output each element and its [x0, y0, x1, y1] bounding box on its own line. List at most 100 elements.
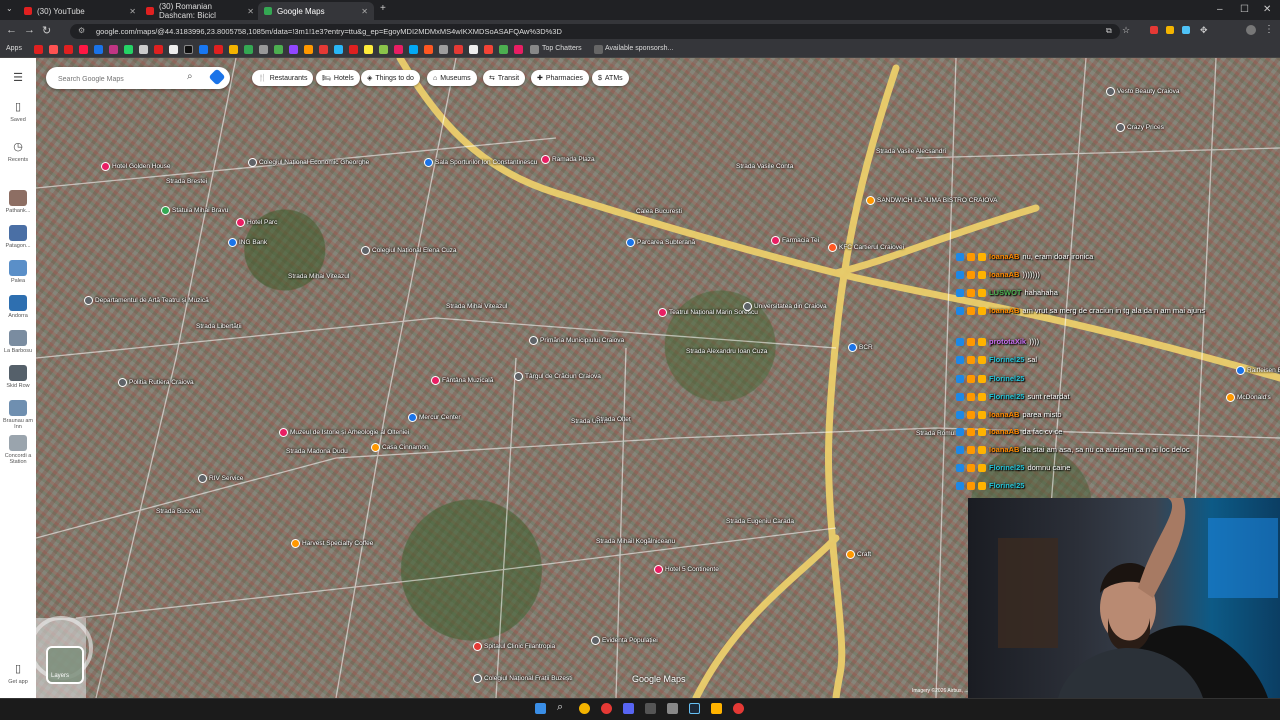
bookmark-icon[interactable] [424, 45, 433, 54]
tab-search-icon[interactable]: ⌄ [6, 4, 13, 13]
maximize-icon[interactable]: ☐ [1240, 4, 1249, 15]
bookmark-icon[interactable] [364, 45, 373, 54]
map-poi[interactable]: Hotel Golden House [101, 162, 171, 171]
bookmark-icon[interactable] [439, 45, 448, 54]
map-poi[interactable]: Colegiul Național Frații Buzești [473, 674, 573, 683]
map-poi[interactable]: Colegiul Național Economic Gheorghe [248, 158, 369, 167]
map-poi[interactable]: Sala Sporturilor Ion Constantinescu [424, 158, 537, 167]
bookmark-icon[interactable] [484, 45, 493, 54]
chip-things-to-do[interactable]: ◈ Things to do [361, 70, 420, 86]
bookmark-icon[interactable] [379, 45, 388, 54]
map-poi[interactable]: Hotel 5 Continente [654, 565, 719, 574]
apps-shortcut[interactable]: Apps [6, 45, 22, 52]
close-icon[interactable]: ✕ [129, 7, 136, 16]
bookmark-star-icon[interactable]: ☆ [1122, 25, 1130, 36]
map-poi[interactable]: Mercur Center [408, 413, 461, 422]
map-poi[interactable]: ING Bank [228, 238, 267, 247]
map-poi[interactable]: Evidența Populației [591, 636, 658, 645]
app-icon[interactable] [645, 703, 656, 714]
search-icon[interactable]: ⌕ [187, 71, 193, 82]
search-box[interactable]: ⌕ [46, 67, 230, 89]
folder-icon[interactable] [711, 703, 722, 714]
chip-pharmacies[interactable]: ✚ Pharmacies [531, 70, 589, 86]
directions-icon[interactable] [208, 68, 226, 86]
map-poi[interactable]: Farmacia Tei [771, 236, 819, 245]
bookmark-icon[interactable] [154, 45, 163, 54]
saved-icon[interactable]: ▯ [10, 100, 26, 113]
map-poi[interactable]: BCR [848, 343, 873, 352]
chip-hotels[interactable]: 🛏 Hotels [316, 70, 360, 86]
recent-place-thumbnail[interactable] [9, 365, 27, 381]
bookmark-icon[interactable] [229, 45, 238, 54]
extension-icon[interactable] [1150, 26, 1158, 34]
new-tab-button[interactable]: + [380, 3, 386, 14]
bookmark-icon[interactable] [304, 45, 313, 54]
install-icon[interactable]: ⧉ [1106, 26, 1112, 36]
map-poi[interactable]: Muzeul de Istorie și Arheologie al Olten… [279, 428, 409, 437]
chip-museums[interactable]: ⌂ Museums [427, 70, 477, 86]
map-poi[interactable]: Parcarea Subterană [626, 238, 695, 247]
map-poi[interactable]: Ramada Plaza [541, 155, 595, 164]
address-bar[interactable]: google.com/maps/@44.3183996,23.8005758,1… [70, 24, 1120, 39]
chrome-icon[interactable] [579, 703, 590, 714]
map-poi[interactable]: McDonald's [1226, 393, 1271, 402]
recent-place-thumbnail[interactable] [9, 190, 27, 206]
top-chatters-bookmark[interactable]: Top Chatters [542, 45, 582, 52]
chip-atms[interactable]: $ ATMs [592, 70, 629, 86]
map-poi[interactable]: Colegiul Național Elena Cuza [361, 246, 457, 255]
recent-place-thumbnail[interactable] [9, 400, 27, 416]
search-input[interactable] [56, 71, 180, 87]
search-icon[interactable]: ⌕ [557, 701, 563, 714]
map-attribution[interactable]: Imagery ©2026 Airbus, ... [912, 688, 969, 694]
map-poi[interactable]: Casa Cinnamon [371, 443, 429, 452]
map-poi[interactable]: Craft [846, 550, 871, 559]
map-poi[interactable]: Statuia Mihai Bravu [161, 206, 228, 215]
recents-icon[interactable]: ◷ [10, 140, 26, 153]
map-poi[interactable]: Crazy Prices [1116, 123, 1164, 132]
extension-icon[interactable] [1166, 26, 1174, 34]
bookmark-icon[interactable] [124, 45, 133, 54]
bookmark-icon[interactable] [259, 45, 268, 54]
close-icon[interactable]: ✕ [361, 7, 368, 16]
recent-place-thumbnail[interactable] [9, 330, 27, 346]
forward-icon[interactable]: → [24, 24, 35, 36]
bookmark-icon[interactable] [394, 45, 403, 54]
available-sponsorships-bookmark[interactable]: Available sponsorsh... [605, 45, 673, 52]
map-poi[interactable]: RIV Service [198, 474, 243, 483]
map-poi[interactable]: Primăria Municipiului Craiova [529, 336, 624, 345]
bookmark-icon[interactable] [319, 45, 328, 54]
chip-restaurants[interactable]: 🍴 Restaurants [252, 70, 314, 86]
recent-place-thumbnail[interactable] [9, 435, 27, 451]
bookmark-icon[interactable] [274, 45, 283, 54]
reload-icon[interactable]: ↻ [42, 24, 51, 37]
map-poi[interactable]: Hotel Parc [236, 218, 277, 227]
layers-button[interactable]: Layers [46, 646, 84, 684]
bookmark-icon[interactable] [454, 45, 463, 54]
bookmark-icon[interactable] [184, 45, 193, 54]
discord-icon[interactable] [623, 703, 634, 714]
bookmark-icon[interactable] [79, 45, 88, 54]
bookmark-icon[interactable] [169, 45, 178, 54]
chip-transit[interactable]: ⇆ Transit [483, 70, 526, 86]
map-poi[interactable]: Departamentul de Artă Teatru și Muzică [84, 296, 209, 305]
tab-google-maps[interactable]: Google Maps ✕ [258, 2, 374, 20]
map-poi[interactable]: Universitatea din Craiova [743, 302, 827, 311]
map-poi[interactable]: KFC Cartierul Craiovei [828, 243, 904, 252]
tab-youtube-1[interactable]: (30) YouTube ✕ [18, 2, 142, 20]
map-poi[interactable]: Spitalul Clinic Filantropia [473, 642, 555, 651]
obs-icon[interactable] [601, 703, 612, 714]
recent-place-thumbnail[interactable] [9, 260, 27, 276]
steam-icon[interactable] [689, 703, 700, 714]
app-icon[interactable] [667, 703, 678, 714]
bookmark-icon[interactable] [334, 45, 343, 54]
recent-place-thumbnail[interactable] [9, 295, 27, 311]
bookmark-icon[interactable] [469, 45, 478, 54]
bookmark-icon[interactable] [199, 45, 208, 54]
map-poi[interactable]: Vesto Beauty Craiova [1106, 87, 1180, 96]
tab-youtube-2[interactable]: (30) Romanian Dashcam: Bicicl ✕ [140, 2, 260, 20]
menu-icon[interactable]: ☰ [10, 71, 26, 84]
map-poi[interactable]: SANDWICH LA JUMA BISTRO CRAIOVA [866, 196, 998, 205]
bookmark-icon[interactable] [289, 45, 298, 54]
extensions-puzzle-icon[interactable]: ✥ [1200, 25, 1208, 36]
bookmark-icon[interactable] [514, 45, 523, 54]
